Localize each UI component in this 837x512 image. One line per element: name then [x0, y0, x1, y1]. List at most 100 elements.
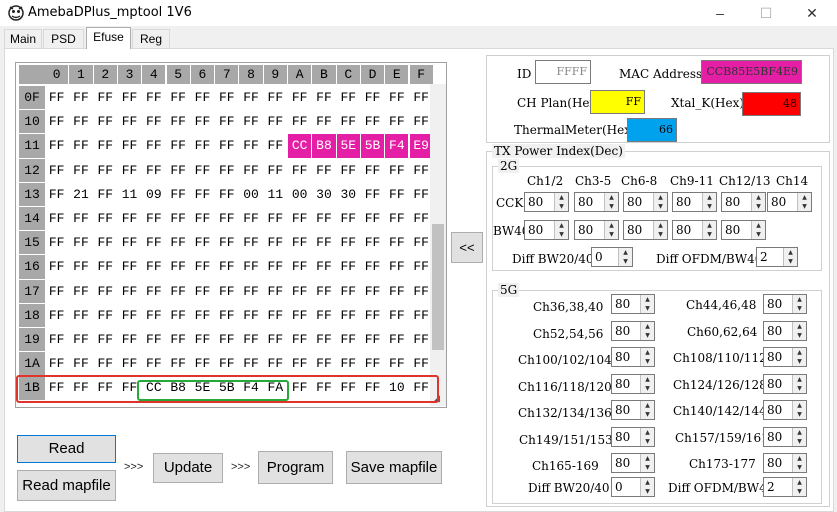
spin-up-icon[interactable]: ▲ — [792, 427, 806, 437]
grid-cell[interactable]: FF — [167, 183, 190, 206]
grid-cell[interactable]: FF — [215, 231, 238, 254]
grid-cell[interactable]: FF — [142, 207, 165, 230]
grid-cell[interactable]: FF — [288, 110, 311, 133]
spin-up-icon[interactable]: ▲ — [618, 248, 632, 257]
grid-cell[interactable]: FF — [215, 86, 238, 109]
grid-cell[interactable]: FF — [264, 328, 287, 351]
grid-cell[interactable]: FF — [239, 86, 262, 109]
grid-cell[interactable]: FF — [167, 328, 190, 351]
grid-cell[interactable]: FF — [191, 159, 214, 182]
grid-cell[interactable]: FF — [69, 207, 92, 230]
channel-spinner[interactable]: 80 ▲ ▼ — [763, 426, 807, 447]
grid-cell[interactable]: FF — [191, 86, 214, 109]
grid-cell[interactable]: FF — [118, 231, 141, 254]
grid-cell[interactable]: FF — [264, 255, 287, 278]
spin-up-icon[interactable]: ▲ — [604, 221, 618, 230]
spin-down-icon[interactable]: ▼ — [640, 304, 654, 313]
grid-cell[interactable]: FF — [142, 86, 165, 109]
grid-cell[interactable]: FF — [69, 328, 92, 351]
grid-cell[interactable]: FF — [239, 352, 262, 375]
grid-cell[interactable]: FF — [215, 328, 238, 351]
grid-cell[interactable]: FF — [239, 207, 262, 230]
channel-spinner[interactable]: 80 ▲ ▼ — [611, 320, 655, 341]
spin-down-icon[interactable]: ▼ — [554, 230, 568, 239]
grid-cell[interactable]: FF — [118, 86, 141, 109]
channel-spinner[interactable]: 80 ▲ ▼ — [611, 373, 655, 394]
diff-ofdm-spinner[interactable]: 2 ▲ ▼ — [763, 477, 807, 497]
spin-up-icon[interactable]: ▲ — [640, 295, 654, 304]
grid-cell[interactable]: 30 — [337, 183, 360, 206]
grid-scrollbar-thumb[interactable] — [432, 224, 444, 350]
grid-cell[interactable]: FF — [142, 352, 165, 375]
grid-cell[interactable]: FF — [118, 352, 141, 375]
cck-spinner[interactable]: 80 ▲ ▼ — [623, 192, 668, 212]
grid-cell[interactable]: FF — [94, 86, 117, 109]
grid-cell[interactable]: FF — [385, 110, 408, 133]
grid-cell[interactable]: FF — [361, 110, 384, 133]
grid-cell[interactable]: FF — [264, 352, 287, 375]
grid-cell[interactable]: 21 — [69, 183, 92, 206]
spin-up-icon[interactable]: ▲ — [653, 221, 667, 230]
grid-cell[interactable]: FF — [264, 86, 287, 109]
grid-cell[interactable]: FF — [167, 304, 190, 327]
grid-cell[interactable]: FF — [215, 207, 238, 230]
spin-down-icon[interactable]: ▼ — [618, 257, 632, 266]
grid-cell[interactable]: FF — [191, 110, 214, 133]
grid-cell[interactable]: FF — [385, 159, 408, 182]
grid-cell[interactable]: FF — [118, 207, 141, 230]
grid-cell[interactable]: FF — [312, 328, 335, 351]
spin-up-icon[interactable]: ▲ — [640, 454, 654, 463]
channel-spinner[interactable]: 80 ▲ ▼ — [763, 400, 807, 420]
grid-cell[interactable]: FF — [118, 280, 141, 303]
spin-up-icon[interactable]: ▲ — [640, 348, 654, 357]
grid-cell[interactable]: FF — [239, 159, 262, 182]
grid-cell[interactable]: FF — [288, 352, 311, 375]
grid-cell[interactable]: FF — [142, 328, 165, 351]
grid-cell[interactable]: FF — [191, 352, 214, 375]
grid-cell[interactable]: FF — [385, 207, 408, 230]
grid-cell[interactable]: FF — [385, 280, 408, 303]
grid-cell[interactable]: FF — [337, 304, 360, 327]
grid-cell[interactable]: B8 — [312, 134, 336, 158]
grid-cell[interactable]: FF — [239, 280, 262, 303]
grid-cell[interactable]: 30 — [312, 183, 335, 206]
grid-cell[interactable]: FF — [312, 159, 335, 182]
spin-down-icon[interactable]: ▼ — [702, 202, 716, 211]
spin-up-icon[interactable]: ▲ — [653, 193, 667, 202]
grid-cell[interactable]: FF — [167, 280, 190, 303]
grid-cell[interactable]: FF — [337, 328, 360, 351]
spin-up-icon[interactable]: ▲ — [640, 478, 654, 487]
grid-cell[interactable]: FF — [94, 304, 117, 327]
grid-cell[interactable]: FF — [288, 207, 311, 230]
grid-cell[interactable]: FF — [385, 255, 408, 278]
grid-cell[interactable]: FF — [142, 304, 165, 327]
spin-up-icon[interactable]: ▲ — [792, 295, 806, 304]
grid-cell[interactable]: FF — [142, 134, 165, 157]
grid-cell[interactable]: FF — [118, 159, 141, 182]
grid-cell[interactable]: FF — [288, 304, 311, 327]
grid-cell[interactable]: FF — [45, 110, 68, 133]
grid-cell[interactable]: FF — [215, 304, 238, 327]
update-button[interactable]: Update — [153, 453, 223, 483]
save-mapfile-button[interactable]: Save mapfile — [346, 451, 442, 484]
close-button[interactable]: ✕ — [789, 0, 835, 26]
spin-up-icon[interactable]: ▲ — [702, 193, 716, 202]
grid-cell[interactable]: FF — [264, 110, 287, 133]
grid-cell[interactable]: FF — [264, 207, 287, 230]
grid-cell[interactable]: 11 — [118, 183, 141, 206]
grid-cell[interactable]: FF — [337, 207, 360, 230]
grid-cell[interactable]: FF — [69, 304, 92, 327]
grid-cell[interactable]: FF — [45, 255, 68, 278]
grid-cell[interactable]: FF — [215, 183, 238, 206]
spin-down-icon[interactable]: ▼ — [792, 410, 806, 419]
grid-cell[interactable]: FF — [45, 352, 68, 375]
bw40-spinner[interactable]: 80 ▲ ▼ — [524, 220, 569, 240]
cck-spinner[interactable]: 80 ▲ ▼ — [767, 192, 812, 212]
grid-cell[interactable]: FF — [312, 280, 335, 303]
grid-cell[interactable]: FF — [94, 183, 117, 206]
grid-cell[interactable]: FF — [385, 328, 408, 351]
channel-spinner[interactable]: 80 ▲ ▼ — [611, 453, 655, 473]
grid-cell[interactable]: FF — [361, 183, 384, 206]
thermal-field[interactable]: 66 — [627, 118, 677, 142]
spin-down-icon[interactable]: ▼ — [640, 463, 654, 472]
